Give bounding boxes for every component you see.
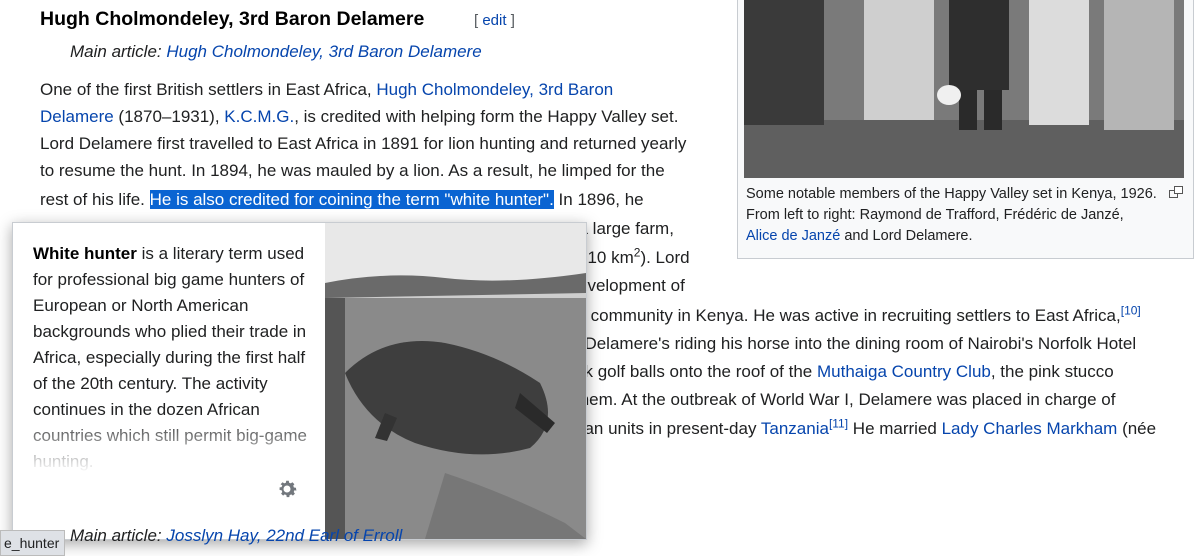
paragraph-line: f Delamere's riding his horse into the d… <box>575 334 1137 353</box>
paragraph-line: nan units in present-day Tanzania[11] He… <box>575 416 1156 442</box>
text: (née <box>1117 419 1157 438</box>
link-tanzania[interactable]: Tanzania <box>761 419 829 438</box>
paragraph-line: ck golf balls onto the roof of the Mutha… <box>576 359 1114 385</box>
thumbnail-caption: Some notable members of the Happy Valley… <box>746 184 1158 247</box>
reference-10[interactable]: [10] <box>1121 303 1141 317</box>
popup-fade <box>13 413 325 473</box>
paragraph-line: One of the first British settlers in Eas… <box>40 77 613 103</box>
paragraph-line: them. At the outbreak of World War I, De… <box>575 390 1116 409</box>
enlarge-icon[interactable] <box>1169 186 1183 198</box>
hatnote-prefix: Main article: <box>70 42 167 61</box>
thumbnail-photo[interactable] <box>744 0 1184 178</box>
section-heading: Hugh Cholmondeley, 3rd Baron Delamere <box>40 8 425 30</box>
hatnote-prefix: Main article: <box>70 526 167 545</box>
hatnote-link-erroll[interactable]: Josslyn Hay, 22nd Earl of Erroll <box>166 526 402 545</box>
paragraph-line: ite community in Kenya. He was active in… <box>568 303 1141 329</box>
popup-thumbnail[interactable] <box>325 223 586 539</box>
selected-text[interactable]: He is also credited for coining the term… <box>149 190 554 209</box>
popup-term: White hunter <box>33 244 137 263</box>
link-alice-de-janze[interactable]: Alice de Janzé <box>746 228 840 244</box>
text: He married <box>848 419 942 438</box>
paragraph-line: to resume the hunt. In 1894, he was maul… <box>40 161 665 180</box>
text: In 1896, he <box>553 190 644 209</box>
paragraph-line: Delamere (1870–1931), K.C.M.G., is credi… <box>40 104 678 130</box>
link-lady-markham[interactable]: Lady Charles Markham <box>942 419 1118 438</box>
text: ). Lord <box>640 248 690 267</box>
paragraph-line: Lord Delamere first travelled to East Af… <box>40 134 687 153</box>
text: nan units in present-day <box>575 419 761 438</box>
caption-text: Some notable members of the Happy Valley… <box>746 186 1157 223</box>
paragraph-line: rest of his life. He is also credited fo… <box>40 187 644 213</box>
text: (1870–1931), <box>113 107 225 126</box>
caption-text-end: and Lord Delamere. <box>840 228 973 244</box>
text: , the pink stucco <box>990 362 1114 381</box>
page-preview-popup[interactable]: White hunter is a literary term used for… <box>12 222 587 540</box>
status-bar-url: e_hunter <box>0 530 65 556</box>
hatnote-link-delamere[interactable]: Hugh Cholmondeley, 3rd Baron Delamere <box>166 42 481 61</box>
link-delamere[interactable]: Hugh Cholmondeley, 3rd Baron <box>376 80 613 99</box>
text: ite community in Kenya. He was active in… <box>568 306 1121 325</box>
text: ck golf balls onto the roof of the <box>576 362 817 381</box>
text: , is credited with helping form the Happ… <box>294 107 679 126</box>
link-muthaiga[interactable]: Muthaiga Country Club <box>817 362 991 381</box>
edit-link[interactable]: edit <box>482 12 506 29</box>
edit-section: [ edit ] <box>474 12 515 29</box>
paragraph-line: 810 km2). Lord <box>578 245 690 271</box>
link-delamere-2[interactable]: Delamere <box>40 107 114 126</box>
text: rest of his life. <box>40 190 150 209</box>
gear-icon[interactable] <box>275 477 299 501</box>
edit-bracket-close: ] <box>506 12 515 29</box>
paragraph-line: evelopment of <box>578 276 685 295</box>
link-kcmg[interactable]: K.C.M.G. <box>224 107 294 126</box>
text: One of the first British settlers in Eas… <box>40 80 377 99</box>
hatnote: Main article: Hugh Cholmondeley, 3rd Bar… <box>70 42 482 62</box>
reference-11[interactable]: [11] <box>829 416 848 430</box>
thumbnail-box: Some notable members of the Happy Valley… <box>737 0 1194 259</box>
hatnote-erroll: Main article: Josslyn Hay, 22nd Earl of … <box>70 526 402 546</box>
